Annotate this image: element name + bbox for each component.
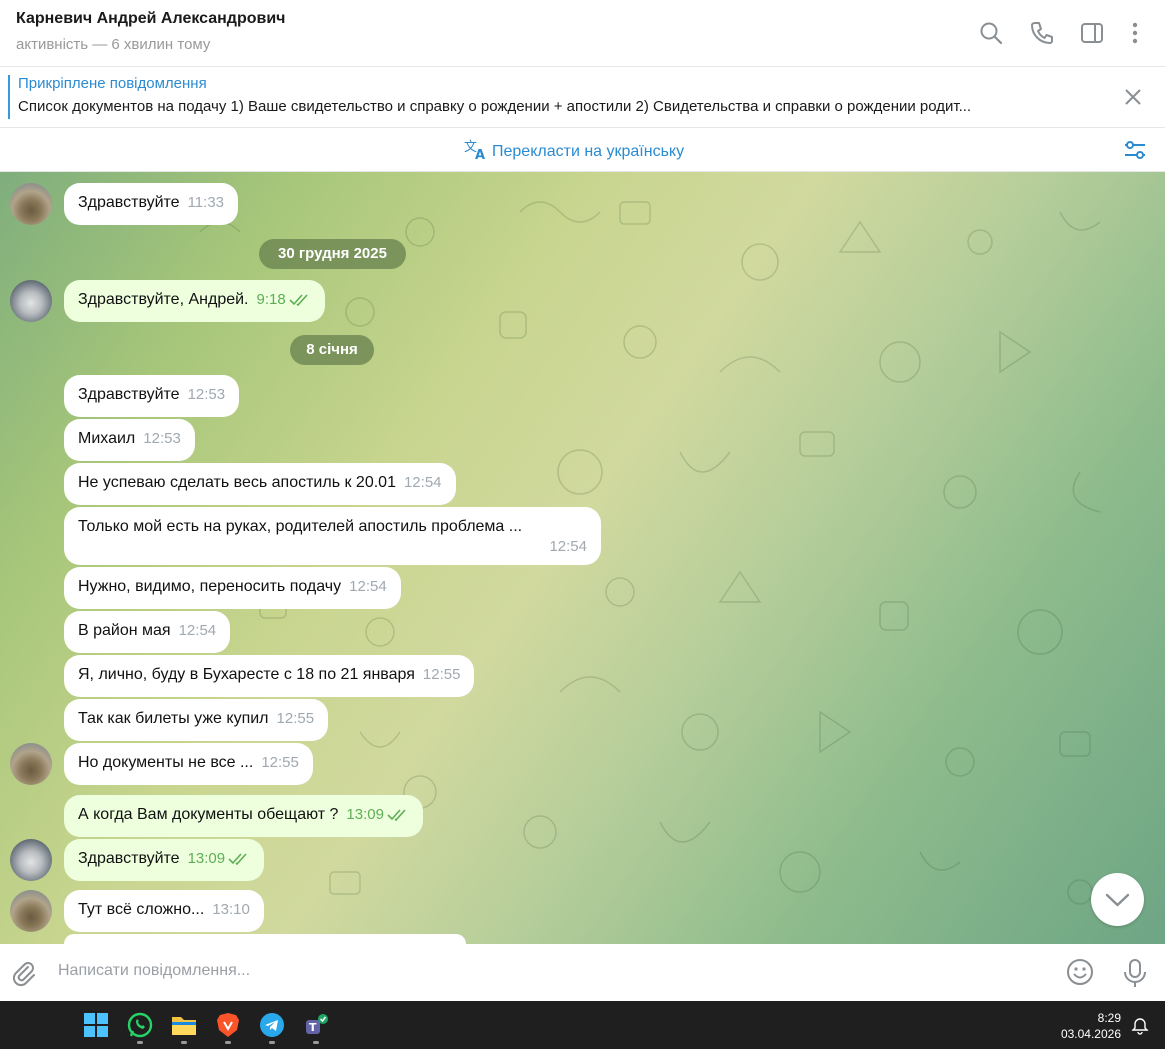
pinned-text: Список документов на подачу 1) Ваше свид… <box>18 98 972 115</box>
pinned-title: Прикріплене повідомлення <box>18 75 207 92</box>
scroll-down-button[interactable] <box>1091 873 1144 926</box>
avatar[interactable] <box>10 890 52 932</box>
windows-taskbar: T 8:29 03.04.2026 <box>0 1001 1165 1049</box>
chat-header: Карневич Андрей Александрович активність… <box>0 0 1165 67</box>
whatsapp-icon[interactable] <box>127 1012 153 1038</box>
message-bubble-partial[interactable] <box>64 934 466 944</box>
brave-icon[interactable] <box>215 1012 241 1038</box>
svg-text:A: A <box>475 148 485 160</box>
message-bubble[interactable]: Но документы не все ... 12:55 <box>64 743 313 785</box>
message-bubble[interactable]: Не успеваю сделать весь апостиль к 20.01… <box>64 463 456 505</box>
date-separator: 30 грудня 2025 <box>259 239 406 269</box>
running-indicator <box>313 1041 319 1044</box>
message-input[interactable]: Написати повідомлення... <box>58 962 250 980</box>
message-text: Так как билеты уже купил <box>78 710 269 727</box>
message-time: 13:09 <box>346 806 384 823</box>
message-bubble[interactable]: Я, лично, буду в Бухаресте с 18 по 21 ян… <box>64 655 475 697</box>
message-text: Нужно, видимо, переносить подачу <box>78 578 342 595</box>
translate-button[interactable]: 文A Перекласти на українську <box>464 138 684 165</box>
message-time: 12:55 <box>261 754 299 771</box>
message-bubble[interactable]: Нужно, видимо, переносить подачу 12:54 <box>64 567 401 609</box>
message-time: 12:54 <box>349 578 387 595</box>
chat-history[interactable]: Здравствуйте 11:33 30 грудня 2025 Здравст… <box>0 172 1165 944</box>
message-bubble[interactable]: Михаил 12:53 <box>64 419 195 461</box>
message-text: В район мая <box>78 622 171 639</box>
translate-settings-icon[interactable] <box>1123 138 1147 162</box>
contact-name[interactable]: Карневич Андрей Александрович <box>16 10 285 28</box>
close-icon[interactable] <box>1123 87 1143 107</box>
avatar[interactable] <box>10 183 52 225</box>
emoji-icon[interactable] <box>1066 958 1094 986</box>
message-text: Здравствуйте <box>78 386 180 403</box>
message-text: Здравствуйте <box>78 194 180 211</box>
double-check-icon <box>289 294 308 306</box>
message-bubble[interactable]: Так как билеты уже купил 12:55 <box>64 699 329 741</box>
date-separator: 8 січня <box>290 335 374 365</box>
search-icon[interactable] <box>978 20 1004 46</box>
pinned-message[interactable]: Прикріплене повідомлення Список документ… <box>0 67 1165 128</box>
translate-label: Перекласти на українську <box>492 142 685 160</box>
message-text: Только мой есть на руках, родителей апос… <box>78 518 523 535</box>
sidebar-toggle-icon[interactable] <box>1079 20 1105 46</box>
message-time: 12:54 <box>178 622 217 639</box>
system-clock[interactable]: 8:29 03.04.2026 <box>1061 1010 1121 1042</box>
teams-icon[interactable]: T <box>303 1012 329 1038</box>
avatar[interactable] <box>10 839 52 881</box>
message-time: 13:09 <box>187 850 226 867</box>
message-bubble[interactable]: Здравствуйте 11:33 <box>64 183 239 225</box>
file-explorer-icon[interactable] <box>171 1012 197 1038</box>
more-icon[interactable] <box>1122 20 1148 46</box>
message-bubble[interactable]: Здравствуйте 13:09 <box>64 839 265 881</box>
running-indicator <box>225 1041 231 1044</box>
avatar[interactable] <box>10 743 52 785</box>
message-time: 12:53 <box>143 430 181 447</box>
message-text: Я, лично, буду в Бухаресте с 18 по 21 ян… <box>78 666 415 683</box>
avatar[interactable] <box>10 280 52 322</box>
message-time: 12:55 <box>276 710 315 727</box>
message-text: А когда Вам документы обещают ? <box>78 806 339 823</box>
message-text: Здравствуйте <box>78 850 180 867</box>
clock-time: 8:29 <box>1097 1011 1121 1025</box>
double-check-icon <box>228 853 247 865</box>
message-time: 12:53 <box>187 386 226 403</box>
running-indicator <box>269 1041 275 1044</box>
clock-date: 03.04.2026 <box>1060 1027 1121 1041</box>
message-time: 9:18 <box>256 291 286 308</box>
microphone-icon[interactable] <box>1122 958 1148 988</box>
message-time: 12:54 <box>403 474 442 491</box>
message-time: 11:33 <box>187 194 225 211</box>
message-bubble[interactable]: Только мой есть на руках, родителей апос… <box>64 507 601 565</box>
message-text: Михаил <box>78 430 136 447</box>
message-text: Тут всё сложно... <box>78 901 205 918</box>
message-bubble[interactable]: А когда Вам документы обещают ? 13:09 <box>64 795 423 837</box>
message-time: 12:54 <box>549 538 587 555</box>
running-indicator <box>181 1041 187 1044</box>
windows-start-icon[interactable] <box>83 1012 109 1038</box>
message-text: Но документы не все ... <box>78 754 254 771</box>
contact-status: активність — 6 хвилин тому <box>16 36 211 53</box>
message-bubble[interactable]: Тут всё сложно... 13:10 <box>64 890 264 932</box>
svg-text:T: T <box>309 1021 317 1034</box>
message-text: Не успеваю сделать весь апостиль к 20.01 <box>78 474 396 491</box>
message-bubble[interactable]: Здравствуйте 12:53 <box>64 375 240 417</box>
message-bubble[interactable]: Здравствуйте, Андрей. 9:18 <box>64 280 325 322</box>
attach-icon[interactable] <box>10 959 38 987</box>
message-time: 12:55 <box>422 666 461 683</box>
running-indicator <box>137 1041 143 1044</box>
message-bubble[interactable]: В район мая 12:54 <box>64 611 231 653</box>
notification-bell-icon[interactable] <box>1131 1017 1149 1035</box>
message-text: Здравствуйте, Андрей. <box>78 291 249 308</box>
message-composer: Написати повідомлення... <box>0 944 1165 1001</box>
double-check-icon <box>387 809 406 821</box>
telegram-icon[interactable] <box>259 1012 285 1038</box>
translate-bar: 文A Перекласти на українську <box>0 128 1165 172</box>
pinned-accent-bar <box>8 75 10 119</box>
chevron-down-icon <box>1105 893 1130 907</box>
phone-icon[interactable] <box>1029 20 1055 46</box>
translate-icon: 文A <box>464 138 488 165</box>
message-time: 13:10 <box>212 901 250 918</box>
